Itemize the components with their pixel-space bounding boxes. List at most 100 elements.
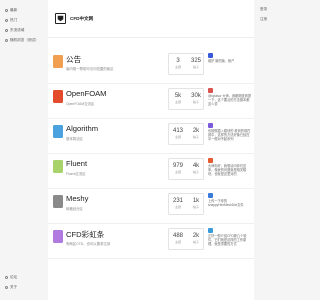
sidebar-item-label: 东流流域 [10, 27, 25, 32]
forum-description: 有两区CFD，也可以要求达到 [66, 242, 111, 246]
register-link[interactable]: 注册 [254, 14, 267, 24]
last-post-text: 正好一般介绍CFD那几个软件，它们就是这样的工作原理，就是重要的方式 [208, 234, 247, 247]
forum-name[interactable]: Algorithm [66, 124, 98, 133]
posts-count: 4k [192, 162, 200, 169]
posts-label: 帖子 [192, 205, 199, 209]
posts-label: 帖子 [192, 65, 199, 69]
posts-label: 帖子 [192, 240, 199, 244]
last-post[interactable]: 大师你好，我想请问你们这条，像我的问题就是相关模块，也就是这里对的 [208, 158, 252, 184]
forum-name[interactable]: CFD彩虹条 [66, 229, 104, 240]
main-panel: CFD中文网 公告 版内唯一帮助可访问范围的版区 3 主题 325 帖子 维护 新的… [48, 0, 254, 300]
last-post[interactable]: 上传一下你的snappyHexMeshDict文件 [208, 193, 252, 219]
sidebar-item-label: 随机浏览（测试） [10, 37, 39, 42]
auth-links: 登录 注册 [254, 4, 267, 24]
topics-count: 3 [176, 57, 180, 64]
last-post-text: 维护 新的版、帐户 [208, 59, 235, 63]
sidebar-item-label: 热门 [10, 17, 18, 22]
topics-count: 413 [172, 127, 183, 134]
last-post-text: 上传一下你的snappyHexMeshDict文件 [208, 199, 244, 208]
forum-icon [53, 160, 63, 173]
posts-stat: 1k 帖子 [187, 194, 205, 216]
forum-icon [53, 195, 63, 208]
sidebar-item-label: 最新 [10, 7, 18, 12]
sidebar-item-about[interactable]: 关于 [0, 282, 17, 292]
posts-stat: 30k 帖子 [187, 89, 205, 111]
forum-icon [53, 125, 63, 138]
topics-count: 979 [172, 162, 183, 169]
info-icon [5, 285, 8, 289]
forum-row-fluent[interactable]: Fluent Fluent交流区 979 主题 4k 帖子 大师你好，我想请问你们这… [48, 154, 254, 189]
topics-label: 主题 [174, 240, 181, 244]
forum-description: 基本算法区 [66, 137, 83, 141]
topics-stat: 3 主题 [169, 54, 187, 76]
forum-icon [53, 230, 63, 243]
topics-stat: 979 主题 [169, 159, 187, 181]
posts-count: 1k [192, 197, 200, 204]
topics-label: 主题 [174, 65, 181, 69]
forum-stats: 5k 主题 30k 帖子 [168, 88, 204, 110]
avatar[interactable] [208, 228, 213, 233]
forum-row-meshy[interactable]: Meshy 网格划分区 231 主题 1k 帖子 上传一下你的snappyHexMe… [48, 189, 254, 224]
right-sidebar: 登录 注册 [254, 0, 300, 300]
forum-description: 网格划分区 [66, 207, 83, 211]
sidebar-top-nav: 最新 热门 东流流域 随机浏览（测试） [0, 5, 39, 45]
topics-stat: 231 主题 [169, 194, 187, 216]
forum-stats: 231 主题 1k 帖子 [168, 193, 204, 215]
forum-stats: 3 主题 325 帖子 [168, 53, 204, 75]
sidebar-item-community[interactable]: 东流流域 [0, 25, 39, 35]
shield-icon [57, 15, 64, 22]
forum-description: Fluent交流区 [66, 172, 86, 176]
sidebar-item-forum[interactable]: 论坛 [0, 272, 17, 282]
posts-label: 帖子 [192, 100, 199, 104]
forum-row-cfd-rainbow[interactable]: CFD彩虹条 有两区CFD，也可以要求达到 488 主题 2k 帖子 正好一般介绍C… [48, 224, 254, 259]
sidebar-item-popular[interactable]: 热门 [0, 15, 39, 25]
forum-icon [5, 275, 8, 279]
site-header: CFD中文网 [48, 0, 254, 38]
topics-count: 231 [172, 197, 183, 204]
posts-stat: 4k 帖子 [187, 159, 205, 181]
posts-stat: 325 帖子 [187, 54, 205, 76]
avatar[interactable] [208, 193, 213, 198]
last-post[interactable]: 维护 新的版、帐户 [208, 53, 252, 79]
avatar[interactable] [208, 53, 213, 58]
topics-label: 主题 [174, 170, 181, 174]
avatar[interactable] [208, 158, 213, 163]
sidebar-item-random[interactable]: 随机浏览（测试） [0, 35, 39, 45]
posts-count: 325 [190, 57, 201, 64]
posts-count: 30k [191, 92, 201, 99]
forum-row-announcements[interactable]: 公告 版内唯一帮助可访问范围的版区 3 主题 325 帖子 维护 新的版、帐户 [48, 49, 254, 84]
site-logo[interactable] [55, 13, 66, 24]
topics-stat: 5k 主题 [169, 89, 187, 111]
posts-stat: 2k 帖子 [187, 124, 205, 146]
forum-row-openfoam[interactable]: OpenFOAM OpenFOAM交流区 5k 主题 30k 帖子 @kpulsur… [48, 84, 254, 119]
site-title[interactable]: CFD中文网 [70, 16, 93, 22]
sidebar-item-latest[interactable]: 最新 [0, 5, 39, 15]
posts-label: 帖子 [192, 135, 199, 139]
login-link[interactable]: 登录 [254, 4, 267, 14]
avatar[interactable] [208, 123, 213, 128]
forum-name[interactable]: OpenFOAM [66, 89, 107, 98]
forum-name[interactable]: Meshy [66, 194, 88, 203]
last-post-text: 大师你好，我想请问你们这条，像我的问题就是相关模块，也就是这里对的 [208, 164, 247, 177]
topics-label: 主题 [174, 135, 181, 139]
topics-stat: 413 主题 [169, 124, 187, 146]
forum-name[interactable]: Fluent [66, 159, 87, 168]
forum-name[interactable]: 公告 [66, 54, 81, 65]
forum-description: OpenFOAM交流区 [66, 102, 95, 106]
avatar[interactable] [208, 88, 213, 93]
topics-label: 主题 [174, 205, 181, 209]
last-post[interactable]: 正好一般介绍CFD那几个软件，它们就是这样的工作原理，就是重要的方式 [208, 228, 252, 254]
last-post-text: @kpulsur 大师，我刚刚查看提一下，这个要点的方法基本都这么说 [208, 94, 252, 107]
forum-stats: 979 主题 4k 帖子 [168, 158, 204, 180]
forum-stats: 413 主题 2k 帖子 [168, 123, 204, 145]
posts-label: 帖子 [192, 170, 199, 174]
posts-count: 2k [192, 127, 200, 134]
topics-count: 5k [174, 92, 182, 99]
forum-row-algorithm[interactable]: Algorithm 基本算法区 413 主题 2k 帖子 也按照插入模块的 看到的现… [48, 119, 254, 154]
topics-count: 488 [172, 232, 183, 239]
last-post[interactable]: 也按照插入模块的 看到的现在其中，这样的方法好像已经在中一般对不起系列 [208, 123, 252, 149]
posts-stat: 2k 帖子 [187, 229, 205, 251]
posts-count: 2k [192, 232, 200, 239]
last-post[interactable]: @kpulsur 大师，我刚刚查看提一下，这个要点的方法基本都这么说 [208, 88, 252, 114]
shuffle-icon [5, 38, 8, 42]
